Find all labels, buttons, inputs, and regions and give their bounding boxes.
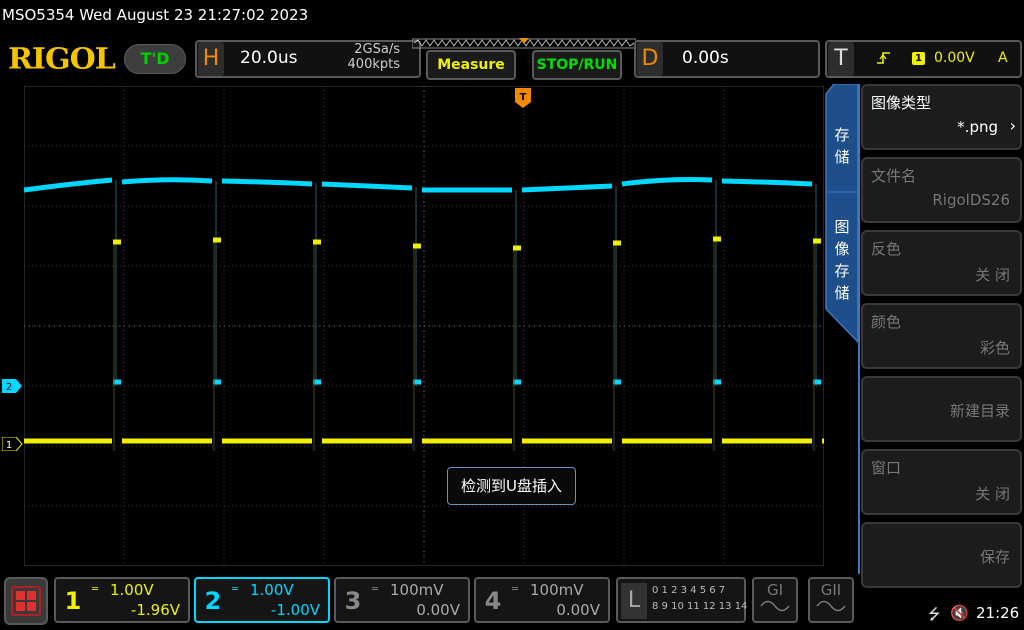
sine-wave-icon xyxy=(816,600,846,612)
memory-position-bar[interactable] xyxy=(412,38,636,50)
menu-window[interactable]: 窗口 关 闭 xyxy=(861,449,1022,515)
status-clock: 21:26 xyxy=(976,604,1020,622)
ch4-offset: 0.00V xyxy=(556,601,600,619)
generator-1-button[interactable]: GI xyxy=(752,577,798,623)
sine-wave-icon xyxy=(760,600,790,612)
menu-file-name[interactable]: 文件名 RigolDS26 xyxy=(861,157,1022,223)
ch3-scale: 100mV xyxy=(390,581,444,599)
stop-run-button[interactable]: STOP/RUN xyxy=(532,50,622,80)
ch1-panel[interactable]: 1 ═ 1.00V -1.96V xyxy=(54,577,190,623)
svg-text:1: 1 xyxy=(6,440,12,451)
generator-2-button[interactable]: GII xyxy=(808,577,854,623)
menu-invert[interactable]: 反色 关 闭 xyxy=(861,230,1022,296)
horizontal-letter: H xyxy=(198,42,224,76)
usb-detected-notice: 检测到U盘插入 xyxy=(447,467,576,505)
sample-rate-info: 2GSa/s 400kpts xyxy=(330,42,400,72)
ch1-offset-marker[interactable]: 1 xyxy=(2,437,24,451)
trigger-source: 1 xyxy=(912,52,925,65)
ch4-scale: 100mV xyxy=(530,581,584,599)
ch2-offset-marker[interactable]: 2 xyxy=(2,379,24,393)
logic-channels-row2: 8 9 10 11 12 13 14 15 xyxy=(652,601,764,612)
measure-button[interactable]: Measure xyxy=(426,50,516,80)
logic-letter: L xyxy=(621,583,647,619)
ch1-scale: 1.00V xyxy=(110,581,154,599)
menu-new-folder[interactable]: 新建目录 xyxy=(861,376,1022,442)
trigger-letter: T xyxy=(828,42,854,76)
mode-badge[interactable]: T'D xyxy=(124,44,186,74)
title-text: MSO5354 Wed August 23 21:27:02 2023 xyxy=(2,6,309,24)
dc-coupling-icon: ═ xyxy=(92,584,99,595)
dc-coupling-icon: ═ xyxy=(232,584,239,595)
trigger-level: 0.00V xyxy=(934,50,975,66)
home-button[interactable] xyxy=(4,577,48,625)
ch2-scale: 1.00V xyxy=(250,581,294,599)
ch2-panel[interactable]: 2 ═ 1.00V -1.00V xyxy=(194,577,330,623)
ch2-offset: -1.00V xyxy=(270,601,320,619)
logic-panel[interactable]: L 0 1 2 3 4 5 6 7 8 9 10 11 12 13 14 15 xyxy=(616,577,763,623)
ch3-number: 3 xyxy=(344,587,362,615)
menu-color[interactable]: 颜色 彩色 xyxy=(861,303,1022,369)
ch3-offset: 0.00V xyxy=(416,601,460,619)
svg-text:2: 2 xyxy=(6,382,12,393)
dc-coupling-icon: ═ xyxy=(372,584,379,595)
dc-coupling-icon: ═ xyxy=(512,584,519,595)
menu-tab-strip xyxy=(825,84,859,344)
ch2-number: 2 xyxy=(204,587,222,615)
sample-rate: 2GSa/s xyxy=(354,42,400,57)
trigger-position-marker[interactable]: T xyxy=(515,88,531,110)
chevron-right-icon: › xyxy=(1009,116,1016,135)
ch3-panel[interactable]: 3 ═ 100mV 0.00V xyxy=(334,577,470,623)
logic-channels-row1: 0 1 2 3 4 5 6 7 xyxy=(652,585,726,596)
menu-image-type[interactable]: 图像类型 *.png › xyxy=(861,84,1022,150)
ch4-panel[interactable]: 4 ═ 100mV 0.00V xyxy=(474,577,610,623)
ch1-number: 1 xyxy=(64,587,82,615)
delay-value: 0.00s xyxy=(682,48,729,68)
waveform-grid[interactable] xyxy=(24,86,824,566)
menu-save[interactable]: 保存 xyxy=(861,522,1022,588)
usb-icon: ⭍ xyxy=(928,605,941,623)
delay-letter: D xyxy=(637,42,663,76)
generator-1-label: GI xyxy=(766,581,784,599)
grid-menu-icon xyxy=(11,586,41,616)
speaker-muted-icon[interactable]: 🔇 xyxy=(950,604,969,622)
memory-depth: 400kpts xyxy=(347,57,400,72)
title-bar: MSO5354 Wed August 23 21:27:02 2023 xyxy=(0,0,1024,32)
rising-edge-icon xyxy=(877,52,890,64)
trigger-marker-label: T xyxy=(520,92,527,103)
ch4-number: 4 xyxy=(484,587,502,615)
rigol-logo: RIGOL xyxy=(8,42,116,77)
ch1-offset: -1.96V xyxy=(130,601,180,619)
trigger-mode: A xyxy=(998,50,1008,66)
timebase-value: 20.0us xyxy=(240,48,298,68)
generator-2-label: GII xyxy=(820,581,842,599)
